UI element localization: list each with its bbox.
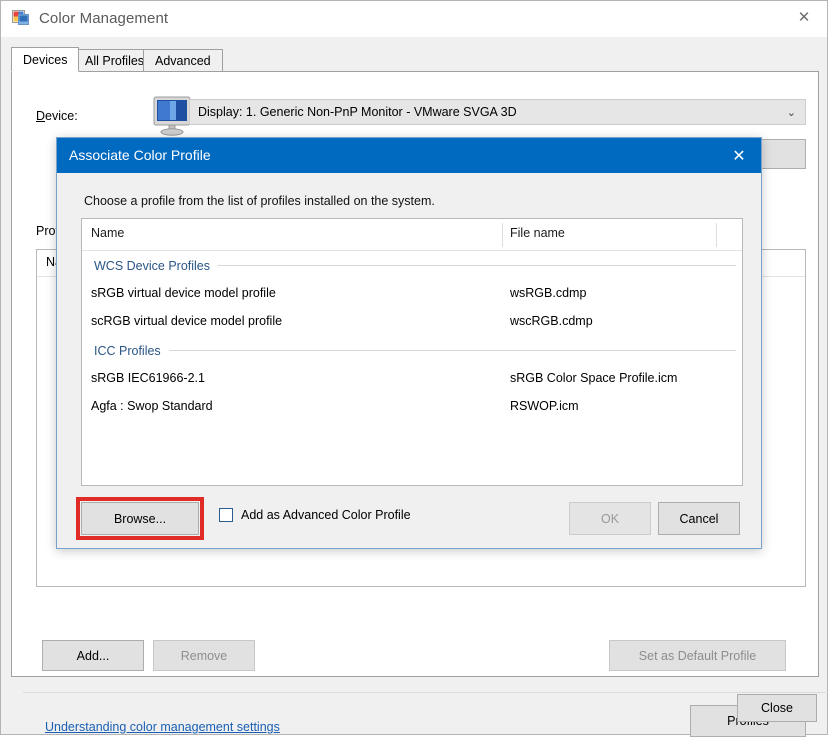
column-separator-2 <box>716 223 717 247</box>
window-close-button[interactable]: ✕ <box>781 1 827 33</box>
list-group-header: WCS Device Profiles <box>82 251 742 280</box>
color-management-icon <box>12 10 29 25</box>
list-item[interactable]: sRGB IEC61966-2.1 sRGB Color Space Profi… <box>82 365 742 393</box>
profile-file: RSWOP.icm <box>510 399 579 413</box>
list-item[interactable]: sRGB virtual device model profile wsRGB.… <box>82 280 742 308</box>
page-title: Color Management <box>39 10 169 27</box>
profile-name: Agfa : Swop Standard <box>91 399 213 413</box>
profile-file: wsRGB.cdmp <box>510 286 587 300</box>
close-button[interactable]: Close <box>737 694 817 722</box>
color-management-window: Color Management ✕ Devices All Profiles … <box>0 0 828 737</box>
dialog-title: Associate Color Profile <box>69 147 211 163</box>
tab-devices[interactable]: Devices <box>11 47 80 72</box>
group-label-wcs: WCS Device Profiles <box>94 258 210 273</box>
profile-file: sRGB Color Space Profile.icm <box>510 371 678 385</box>
ok-button[interactable]: OK <box>569 502 651 535</box>
list-item[interactable]: Agfa : Swop Standard RSWOP.icm <box>82 393 742 421</box>
profile-list-header: Name File name <box>82 219 742 251</box>
profile-list[interactable]: Name File name WCS Device Profiles sRGB … <box>81 218 743 486</box>
device-label: Device: <box>36 109 78 123</box>
checkbox-box-icon <box>219 508 233 522</box>
window-titlebar: Color Management ✕ <box>1 1 827 37</box>
profile-name: sRGB virtual device model profile <box>91 286 276 300</box>
help-link[interactable]: Understanding color management settings <box>45 720 280 734</box>
add-button[interactable]: Add... <box>42 640 144 671</box>
group-label-icc: ICC Profiles <box>94 343 161 358</box>
device-dropdown-value: Display: 1. Generic Non-PnP Monitor - VM… <box>198 105 517 119</box>
tabstrip: Devices All Profiles Advanced <box>11 47 819 72</box>
associate-color-profile-dialog: Associate Color Profile ✕ Choose a profi… <box>56 137 762 549</box>
list-group-header: ICC Profiles <box>82 336 742 365</box>
set-as-default-profile-button[interactable]: Set as Default Profile <box>609 640 786 671</box>
group-rule <box>218 265 736 266</box>
list-item[interactable]: scRGB virtual device model profile wscRG… <box>82 308 742 336</box>
column-header-name: Name <box>91 226 125 240</box>
divider <box>23 692 828 693</box>
chevron-down-icon: ⌄ <box>786 107 796 119</box>
column-separator-1 <box>502 223 503 247</box>
profile-file: wscRGB.cdmp <box>510 314 593 328</box>
profile-name: scRGB virtual device model profile <box>91 314 283 328</box>
dialog-instruction: Choose a profile from the list of profil… <box>84 194 435 208</box>
column-header-file-name: File name <box>510 226 565 240</box>
device-dropdown[interactable]: Display: 1. Generic Non-PnP Monitor - VM… <box>189 99 806 125</box>
remove-button[interactable]: Remove <box>153 640 255 671</box>
dialog-titlebar: Associate Color Profile ✕ <box>57 138 761 173</box>
dialog-close-button[interactable]: ✕ <box>717 138 761 173</box>
profile-name: sRGB IEC61966-2.1 <box>91 371 205 385</box>
cancel-button[interactable]: Cancel <box>658 502 740 535</box>
tab-advanced[interactable]: Advanced <box>143 49 223 71</box>
checkbox-label: Add as Advanced Color Profile <box>241 508 411 522</box>
group-rule <box>168 350 736 351</box>
add-as-advanced-color-profile-checkbox[interactable]: Add as Advanced Color Profile <box>219 508 411 522</box>
browse-button[interactable]: Browse... <box>81 502 199 535</box>
